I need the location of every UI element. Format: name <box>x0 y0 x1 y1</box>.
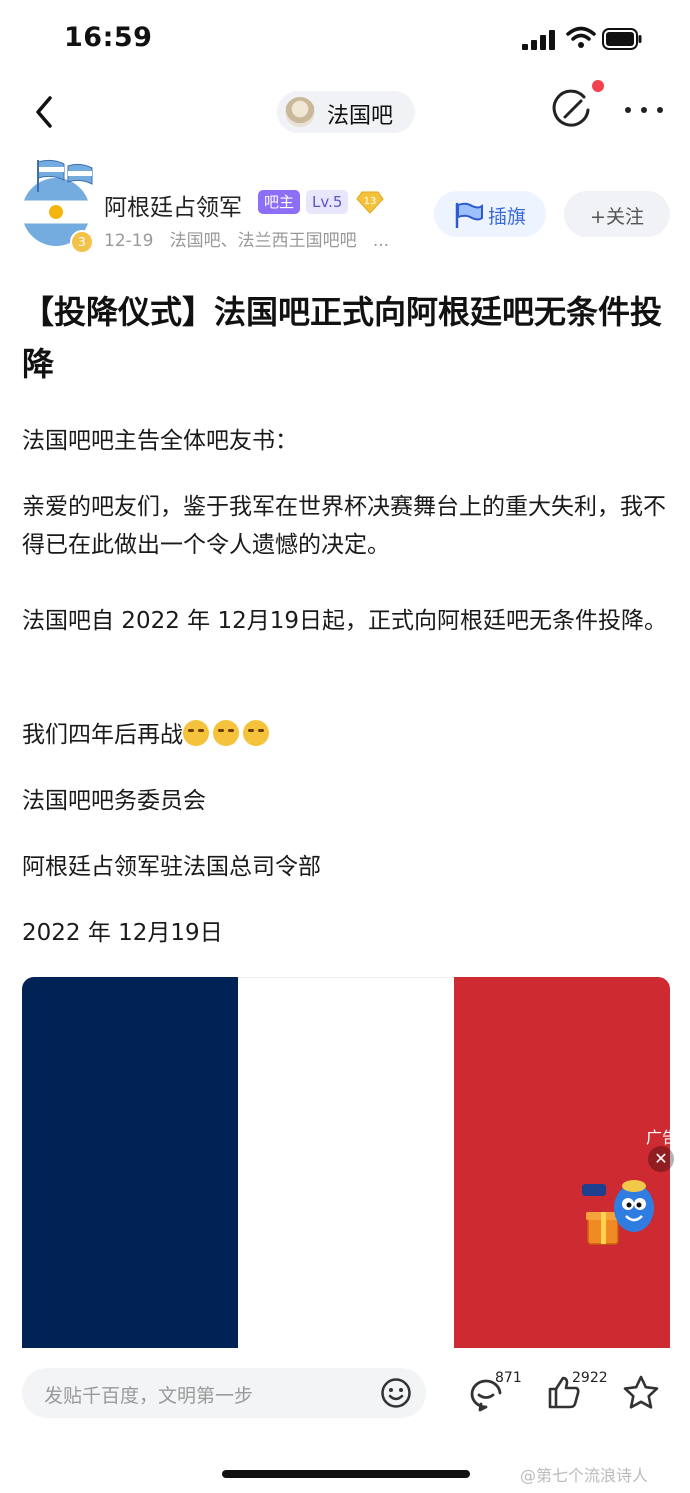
crying-face-icon <box>243 720 269 746</box>
avatar-flag-decoration <box>37 159 93 192</box>
more-icon[interactable] <box>622 100 666 120</box>
post-paragraph: 2022 年 12月19日 <box>22 920 223 946</box>
post-image-french-flag[interactable] <box>22 977 670 1357</box>
flag-stripe-white <box>238 977 454 1357</box>
flag-stripe-red <box>454 977 670 1357</box>
post-title: 【投降仪式】法国吧正式向阿根廷吧无条件投降 <box>22 293 663 383</box>
post-paragraph: 阿根廷占领军驻法国总司令部 <box>22 854 321 880</box>
post-paragraph: 法国吧自 2022 年 12月19日起，正式向阿根廷吧无条件投降。 <box>22 608 667 634</box>
notification-dot <box>592 80 604 92</box>
crying-face-icon <box>213 720 239 746</box>
follow-label: +关注 <box>590 206 644 228</box>
gem-count: 13 <box>364 196 377 207</box>
flag-stripe-blue <box>22 977 239 1357</box>
post-paragraph: 法国吧吧主告全体吧友书： <box>22 428 298 454</box>
ad-mascot-icon[interactable] <box>582 1172 662 1256</box>
author-forums: 法国吧、法兰西王国吧吧 <box>169 231 357 251</box>
home-indicator <box>222 1470 470 1478</box>
emoji-picker-icon[interactable] <box>380 1377 412 1409</box>
ad-label: 广告 <box>646 1128 679 1147</box>
post-paragraph: 亲爱的吧友们，鉴于我军在世界杯决赛舞台上的重大失利，我不得已在此做出一个令人遗憾… <box>22 494 666 558</box>
plant-flag-button[interactable]: 插旗 <box>434 191 546 237</box>
like-count: 2922 <box>572 1370 608 1386</box>
forum-name: 法国吧 <box>327 104 394 129</box>
author-name[interactable]: 阿根廷占领军 <box>104 188 242 222</box>
follow-button[interactable]: +关注 <box>564 191 670 237</box>
battery-icon <box>602 28 642 50</box>
post-meta: 12-19 法国吧、法兰西王国吧吧 ... <box>104 226 389 251</box>
crying-face-icon <box>183 720 209 746</box>
status-time: 16:59 <box>64 22 153 53</box>
edit-icon[interactable] <box>550 88 594 132</box>
forum-avatar <box>285 97 315 127</box>
reply-input[interactable]: 发贴千百度，文明第一步 <box>22 1368 426 1418</box>
watermark: @第七个流浪诗人 <box>520 1466 649 1485</box>
meta-ellipsis: ... <box>372 231 390 251</box>
post-paragraph: 法国吧吧务委员会 <box>22 788 206 814</box>
cellular-signal-icon <box>522 30 556 50</box>
back-button[interactable] <box>28 92 62 132</box>
forum-chip[interactable]: 法国吧 <box>277 91 415 133</box>
flag-icon <box>455 202 483 228</box>
gem-icon: 13 <box>356 191 384 214</box>
favorite-star-icon[interactable] <box>622 1374 660 1412</box>
comment-count: 871 <box>495 1370 522 1386</box>
ad-close-button[interactable]: ✕ <box>648 1146 674 1172</box>
reply-placeholder: 发贴千百度，文明第一步 <box>44 1385 254 1407</box>
level-tag: Lv.5 <box>306 190 349 214</box>
wifi-icon <box>566 26 596 48</box>
avatar-level-badge: 3 <box>70 230 94 254</box>
plant-flag-label: 插旗 <box>488 206 527 228</box>
post-date: 12-19 <box>104 231 154 251</box>
post-paragraph-with-emoji: 我们四年后再战 <box>22 716 672 754</box>
post-paragraph: 我们四年后再战 <box>22 722 183 748</box>
owner-tag: 吧主 <box>258 190 301 214</box>
